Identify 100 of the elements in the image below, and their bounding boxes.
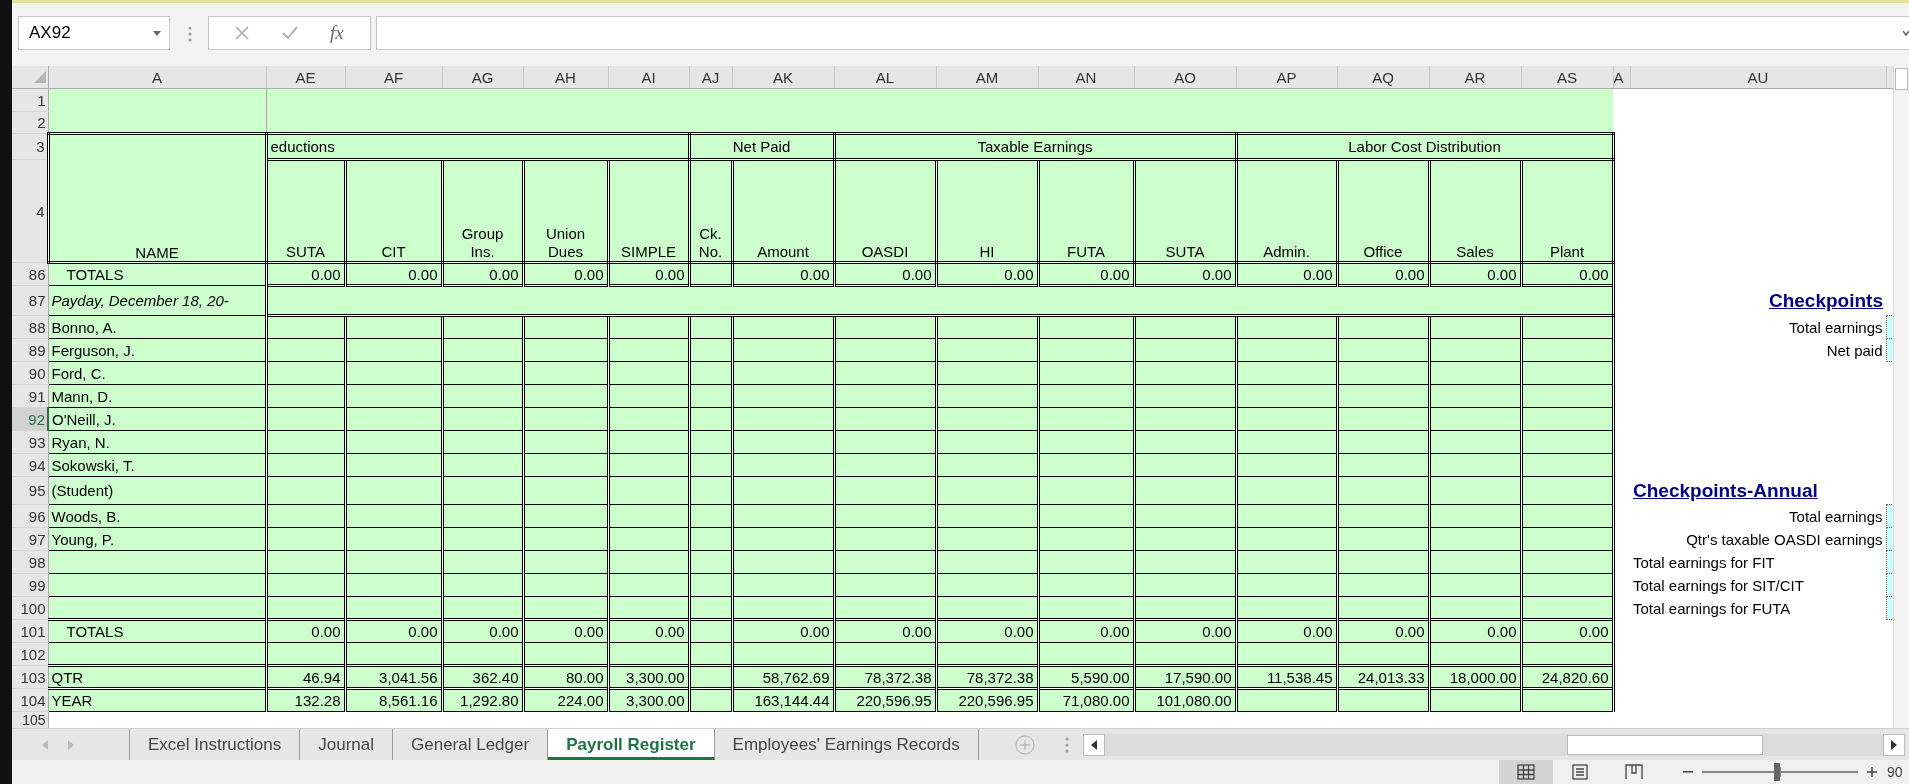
row-header[interactable]: 87 [12, 285, 48, 316]
table-cell: 5,590.00 [1038, 665, 1134, 689]
column-header[interactable]: AO [1134, 66, 1236, 89]
row-header[interactable]: 101 [12, 619, 48, 643]
input-cell[interactable] [1886, 596, 1893, 620]
input-cell[interactable] [1886, 550, 1893, 574]
column-header[interactable]: AL [834, 66, 936, 89]
row-header[interactable]: 96 [12, 504, 48, 528]
row-header[interactable]: 3 [12, 133, 48, 160]
table-cell: 0.00 [1038, 619, 1134, 643]
table-cell [689, 407, 732, 431]
chevron-icon[interactable] [1903, 30, 1909, 36]
view-button[interactable] [1499, 760, 1553, 784]
minus-icon[interactable] [1683, 771, 1693, 773]
table-cell: 78,372.38 [834, 665, 936, 689]
row-header[interactable]: 1 [12, 88, 48, 112]
row-header[interactable]: 93 [12, 430, 48, 454]
plus-icon[interactable] [1867, 767, 1877, 777]
input-cell[interactable] [1886, 573, 1893, 597]
column-title: HI [936, 159, 1038, 263]
column-title: CIT [345, 159, 442, 263]
scroll-left-button[interactable] [1082, 733, 1105, 756]
table-cell: 24,013.33 [1337, 665, 1429, 689]
table-cell: 101,080.00 [1134, 688, 1236, 712]
row-header[interactable]: 102 [12, 642, 48, 666]
column-title: Office [1337, 159, 1429, 263]
row-header[interactable]: 92 [12, 407, 48, 431]
column-title: Group Ins. [442, 159, 523, 263]
column-title: Sales [1429, 159, 1521, 263]
row-header[interactable]: 86 [12, 262, 48, 286]
table-cell: 0.00 [442, 619, 523, 643]
row-header[interactable]: 4 [12, 159, 48, 263]
table-cell: 0.00 [523, 262, 608, 286]
row-header[interactable]: 94 [12, 453, 48, 477]
column-header[interactable]: AU [1630, 66, 1886, 89]
column-header[interactable]: AJ [689, 66, 732, 89]
name-box[interactable]: AX92 [18, 16, 170, 50]
field-label: Net paid [1826, 341, 1883, 359]
column-title: Admin. [1236, 159, 1337, 263]
column-header[interactable]: AP [1236, 66, 1337, 89]
table-cell [689, 665, 732, 689]
scroll-right-button[interactable] [1883, 733, 1905, 756]
table-cell [689, 361, 732, 385]
input-cell[interactable] [1886, 338, 1893, 362]
more-icon [188, 26, 192, 42]
zoom-level[interactable]: 90 [1887, 764, 1909, 780]
row-header[interactable]: 91 [12, 384, 48, 408]
insert-function-button[interactable]: fx [330, 22, 344, 44]
input-cell[interactable] [1886, 527, 1893, 551]
column-header[interactable]: AG [442, 66, 523, 89]
column-header[interactable]: AF [345, 66, 442, 89]
table-cell: 0.00 [608, 262, 689, 286]
column-header[interactable]: AN [1038, 66, 1134, 89]
sheet-tab[interactable]: Payroll Register [548, 729, 715, 760]
table-cell: Ferguson, J. [48, 338, 266, 362]
table-cell: 71,080.00 [1038, 688, 1134, 712]
table-cell: 0.00 [1429, 619, 1521, 643]
column-header[interactable]: AQ [1337, 66, 1429, 89]
input-cell[interactable] [1886, 504, 1893, 528]
table-cell: 0.00 [608, 619, 689, 643]
table-cell [689, 550, 732, 574]
table-cell: 220,596.95 [936, 688, 1038, 712]
column-header[interactable]: AI [608, 66, 689, 89]
table-cell: 0.00 [266, 619, 345, 643]
row-header[interactable]: 100 [12, 596, 48, 620]
row-header[interactable]: 2 [12, 111, 48, 134]
row-header[interactable]: 98 [12, 550, 48, 574]
table-cell: 0.00 [1521, 262, 1613, 286]
table-cell: 163,144.44 [732, 688, 834, 712]
column-header[interactable]: AH [523, 66, 608, 89]
scrollbar[interactable] [1893, 66, 1909, 728]
scrollbar[interactable] [1104, 733, 1883, 756]
table-cell: 0.00 [936, 262, 1038, 286]
table-cell: Young, P. [48, 527, 266, 551]
row-header[interactable]: 97 [12, 527, 48, 551]
caret-icon[interactable] [153, 30, 161, 36]
row-header[interactable]: 99 [12, 573, 48, 597]
column-header[interactable]: AK [732, 66, 834, 89]
check-icon[interactable] [281, 26, 298, 40]
column-title: Ck. No. [689, 159, 732, 263]
column-header[interactable]: AE [266, 66, 345, 89]
table-cell [689, 573, 732, 597]
row-header[interactable]: 95 [12, 476, 48, 505]
row-header[interactable]: 90 [12, 361, 48, 385]
input-cell[interactable] [1886, 315, 1893, 339]
table-cell: 24,820.60 [1521, 665, 1613, 689]
column-header[interactable]: AS [1521, 66, 1613, 89]
row-header[interactable]: 104 [12, 688, 48, 712]
row-header[interactable]: 103 [12, 665, 48, 689]
table-cell: 18,000.00 [1429, 665, 1521, 689]
row-header[interactable]: 89 [12, 338, 48, 362]
column-header[interactable]: AM [936, 66, 1038, 89]
table-cell: 3,041.56 [345, 665, 442, 689]
column-header[interactable]: AR [1429, 66, 1521, 89]
formula-input[interactable] [376, 16, 1909, 50]
row-header[interactable]: 88 [12, 315, 48, 339]
group-title: Taxable Earnings [834, 133, 1236, 160]
field-label: Total earnings [1789, 507, 1883, 525]
table-cell: 132.28 [266, 688, 345, 712]
column-header[interactable]: A [48, 66, 266, 89]
